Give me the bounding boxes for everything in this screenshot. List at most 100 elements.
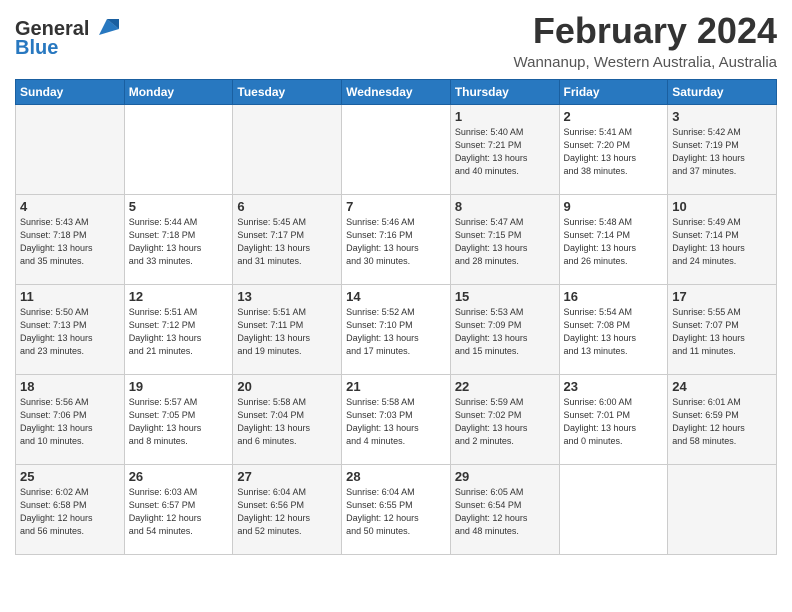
- day-number: 8: [455, 199, 555, 214]
- calendar-cell: [668, 465, 777, 555]
- calendar-cell: 29 Sunrise: 6:05 AM Sunset: 6:54 PM Dayli…: [450, 465, 559, 555]
- header: General Blue February 2024 Wannanup, Wes…: [15, 10, 777, 71]
- calendar-cell: 19 Sunrise: 5:57 AM Sunset: 7:05 PM Dayli…: [124, 375, 233, 465]
- col-header-monday: Monday: [124, 80, 233, 105]
- day-number: 26: [129, 469, 229, 484]
- col-header-friday: Friday: [559, 80, 668, 105]
- day-info: Sunrise: 5:59 AM Sunset: 7:02 PM Dayligh…: [455, 396, 555, 448]
- day-number: 6: [237, 199, 337, 214]
- day-number: 19: [129, 379, 229, 394]
- day-info: Sunrise: 5:56 AM Sunset: 7:06 PM Dayligh…: [20, 396, 120, 448]
- day-number: 3: [672, 109, 772, 124]
- day-number: 4: [20, 199, 120, 214]
- month-title: February 2024: [514, 10, 777, 52]
- day-number: 5: [129, 199, 229, 214]
- calendar-cell: [559, 465, 668, 555]
- day-number: 17: [672, 289, 772, 304]
- day-number: 20: [237, 379, 337, 394]
- day-info: Sunrise: 5:43 AM Sunset: 7:18 PM Dayligh…: [20, 216, 120, 268]
- day-info: Sunrise: 5:46 AM Sunset: 7:16 PM Dayligh…: [346, 216, 446, 268]
- calendar-cell: 22 Sunrise: 5:59 AM Sunset: 7:02 PM Dayli…: [450, 375, 559, 465]
- day-info: Sunrise: 5:55 AM Sunset: 7:07 PM Dayligh…: [672, 306, 772, 358]
- day-info: Sunrise: 5:44 AM Sunset: 7:18 PM Dayligh…: [129, 216, 229, 268]
- day-info: Sunrise: 5:53 AM Sunset: 7:09 PM Dayligh…: [455, 306, 555, 358]
- col-header-wednesday: Wednesday: [342, 80, 451, 105]
- day-info: Sunrise: 6:04 AM Sunset: 6:56 PM Dayligh…: [237, 486, 337, 538]
- calendar-cell: 3 Sunrise: 5:42 AM Sunset: 7:19 PM Daylig…: [668, 105, 777, 195]
- col-header-sunday: Sunday: [16, 80, 125, 105]
- day-info: Sunrise: 6:03 AM Sunset: 6:57 PM Dayligh…: [129, 486, 229, 538]
- col-header-tuesday: Tuesday: [233, 80, 342, 105]
- calendar-cell: 7 Sunrise: 5:46 AM Sunset: 7:16 PM Daylig…: [342, 195, 451, 285]
- day-info: Sunrise: 6:02 AM Sunset: 6:58 PM Dayligh…: [20, 486, 120, 538]
- calendar-cell: 13 Sunrise: 5:51 AM Sunset: 7:11 PM Dayli…: [233, 285, 342, 375]
- calendar-cell: 26 Sunrise: 6:03 AM Sunset: 6:57 PM Dayli…: [124, 465, 233, 555]
- calendar-week-row: 18 Sunrise: 5:56 AM Sunset: 7:06 PM Dayli…: [16, 375, 777, 465]
- day-info: Sunrise: 5:52 AM Sunset: 7:10 PM Dayligh…: [346, 306, 446, 358]
- day-info: Sunrise: 5:51 AM Sunset: 7:11 PM Dayligh…: [237, 306, 337, 358]
- calendar-cell: 24 Sunrise: 6:01 AM Sunset: 6:59 PM Dayli…: [668, 375, 777, 465]
- day-info: Sunrise: 5:48 AM Sunset: 7:14 PM Dayligh…: [564, 216, 664, 268]
- day-info: Sunrise: 5:51 AM Sunset: 7:12 PM Dayligh…: [129, 306, 229, 358]
- day-number: 29: [455, 469, 555, 484]
- day-info: Sunrise: 5:42 AM Sunset: 7:19 PM Dayligh…: [672, 126, 772, 178]
- calendar-cell: [342, 105, 451, 195]
- calendar-cell: 5 Sunrise: 5:44 AM Sunset: 7:18 PM Daylig…: [124, 195, 233, 285]
- calendar-cell: 15 Sunrise: 5:53 AM Sunset: 7:09 PM Dayli…: [450, 285, 559, 375]
- col-header-saturday: Saturday: [668, 80, 777, 105]
- day-info: Sunrise: 6:05 AM Sunset: 6:54 PM Dayligh…: [455, 486, 555, 538]
- calendar-cell: 4 Sunrise: 5:43 AM Sunset: 7:18 PM Daylig…: [16, 195, 125, 285]
- day-number: 27: [237, 469, 337, 484]
- calendar-cell: [16, 105, 125, 195]
- logo: General Blue: [15, 15, 123, 60]
- day-number: 7: [346, 199, 446, 214]
- day-number: 21: [346, 379, 446, 394]
- day-info: Sunrise: 5:45 AM Sunset: 7:17 PM Dayligh…: [237, 216, 337, 268]
- day-number: 24: [672, 379, 772, 394]
- day-info: Sunrise: 5:40 AM Sunset: 7:21 PM Dayligh…: [455, 126, 555, 178]
- calendar-week-row: 4 Sunrise: 5:43 AM Sunset: 7:18 PM Daylig…: [16, 195, 777, 285]
- calendar-cell: 18 Sunrise: 5:56 AM Sunset: 7:06 PM Dayli…: [16, 375, 125, 465]
- logo-icon: [91, 11, 123, 43]
- calendar-cell: 8Sunrise: 5:47 AM Sunset: 7:15 PM Daylig…: [450, 195, 559, 285]
- calendar-week-row: 11 Sunrise: 5:50 AM Sunset: 7:13 PM Dayli…: [16, 285, 777, 375]
- day-number: 11: [20, 289, 120, 304]
- day-info: Sunrise: 5:49 AM Sunset: 7:14 PM Dayligh…: [672, 216, 772, 268]
- calendar-cell: [124, 105, 233, 195]
- calendar-cell: 11 Sunrise: 5:50 AM Sunset: 7:13 PM Dayli…: [16, 285, 125, 375]
- day-info: Sunrise: 6:04 AM Sunset: 6:55 PM Dayligh…: [346, 486, 446, 538]
- day-number: 9: [564, 199, 664, 214]
- calendar-cell: 12Sunrise: 5:51 AM Sunset: 7:12 PM Dayli…: [124, 285, 233, 375]
- calendar-cell: 10 Sunrise: 5:49 AM Sunset: 7:14 PM Dayli…: [668, 195, 777, 285]
- day-info: Sunrise: 5:41 AM Sunset: 7:20 PM Dayligh…: [564, 126, 664, 178]
- calendar-week-row: 25Sunrise: 6:02 AM Sunset: 6:58 PM Dayli…: [16, 465, 777, 555]
- day-number: 22: [455, 379, 555, 394]
- day-number: 15: [455, 289, 555, 304]
- day-info: Sunrise: 5:58 AM Sunset: 7:04 PM Dayligh…: [237, 396, 337, 448]
- calendar-cell: [233, 105, 342, 195]
- day-number: 18: [20, 379, 120, 394]
- calendar-cell: 21 Sunrise: 5:58 AM Sunset: 7:03 PM Dayli…: [342, 375, 451, 465]
- day-number: 1: [455, 109, 555, 124]
- location-title: Wannanup, Western Australia, Australia: [514, 54, 777, 71]
- day-number: 14: [346, 289, 446, 304]
- calendar-header-row: Sunday Monday Tuesday Wednesday Thursday…: [16, 80, 777, 105]
- day-info: Sunrise: 5:57 AM Sunset: 7:05 PM Dayligh…: [129, 396, 229, 448]
- calendar-cell: 25Sunrise: 6:02 AM Sunset: 6:58 PM Dayli…: [16, 465, 125, 555]
- day-number: 28: [346, 469, 446, 484]
- calendar-cell: 6 Sunrise: 5:45 AM Sunset: 7:17 PM Daylig…: [233, 195, 342, 285]
- day-info: Sunrise: 5:58 AM Sunset: 7:03 PM Dayligh…: [346, 396, 446, 448]
- title-area: February 2024 Wannanup, Western Australi…: [514, 10, 777, 71]
- calendar-cell: 14 Sunrise: 5:52 AM Sunset: 7:10 PM Dayli…: [342, 285, 451, 375]
- calendar-week-row: 1 Sunrise: 5:40 AM Sunset: 7:21 PM Daylig…: [16, 105, 777, 195]
- day-info: Sunrise: 6:01 AM Sunset: 6:59 PM Dayligh…: [672, 396, 772, 448]
- day-number: 16: [564, 289, 664, 304]
- day-number: 13: [237, 289, 337, 304]
- day-info: Sunrise: 5:50 AM Sunset: 7:13 PM Dayligh…: [20, 306, 120, 358]
- day-info: Sunrise: 5:54 AM Sunset: 7:08 PM Dayligh…: [564, 306, 664, 358]
- calendar-cell: 20 Sunrise: 5:58 AM Sunset: 7:04 PM Dayli…: [233, 375, 342, 465]
- calendar-table: Sunday Monday Tuesday Wednesday Thursday…: [15, 79, 777, 555]
- day-number: 10: [672, 199, 772, 214]
- calendar-cell: 28 Sunrise: 6:04 AM Sunset: 6:55 PM Dayli…: [342, 465, 451, 555]
- calendar-cell: 16 Sunrise: 5:54 AM Sunset: 7:08 PM Dayli…: [559, 285, 668, 375]
